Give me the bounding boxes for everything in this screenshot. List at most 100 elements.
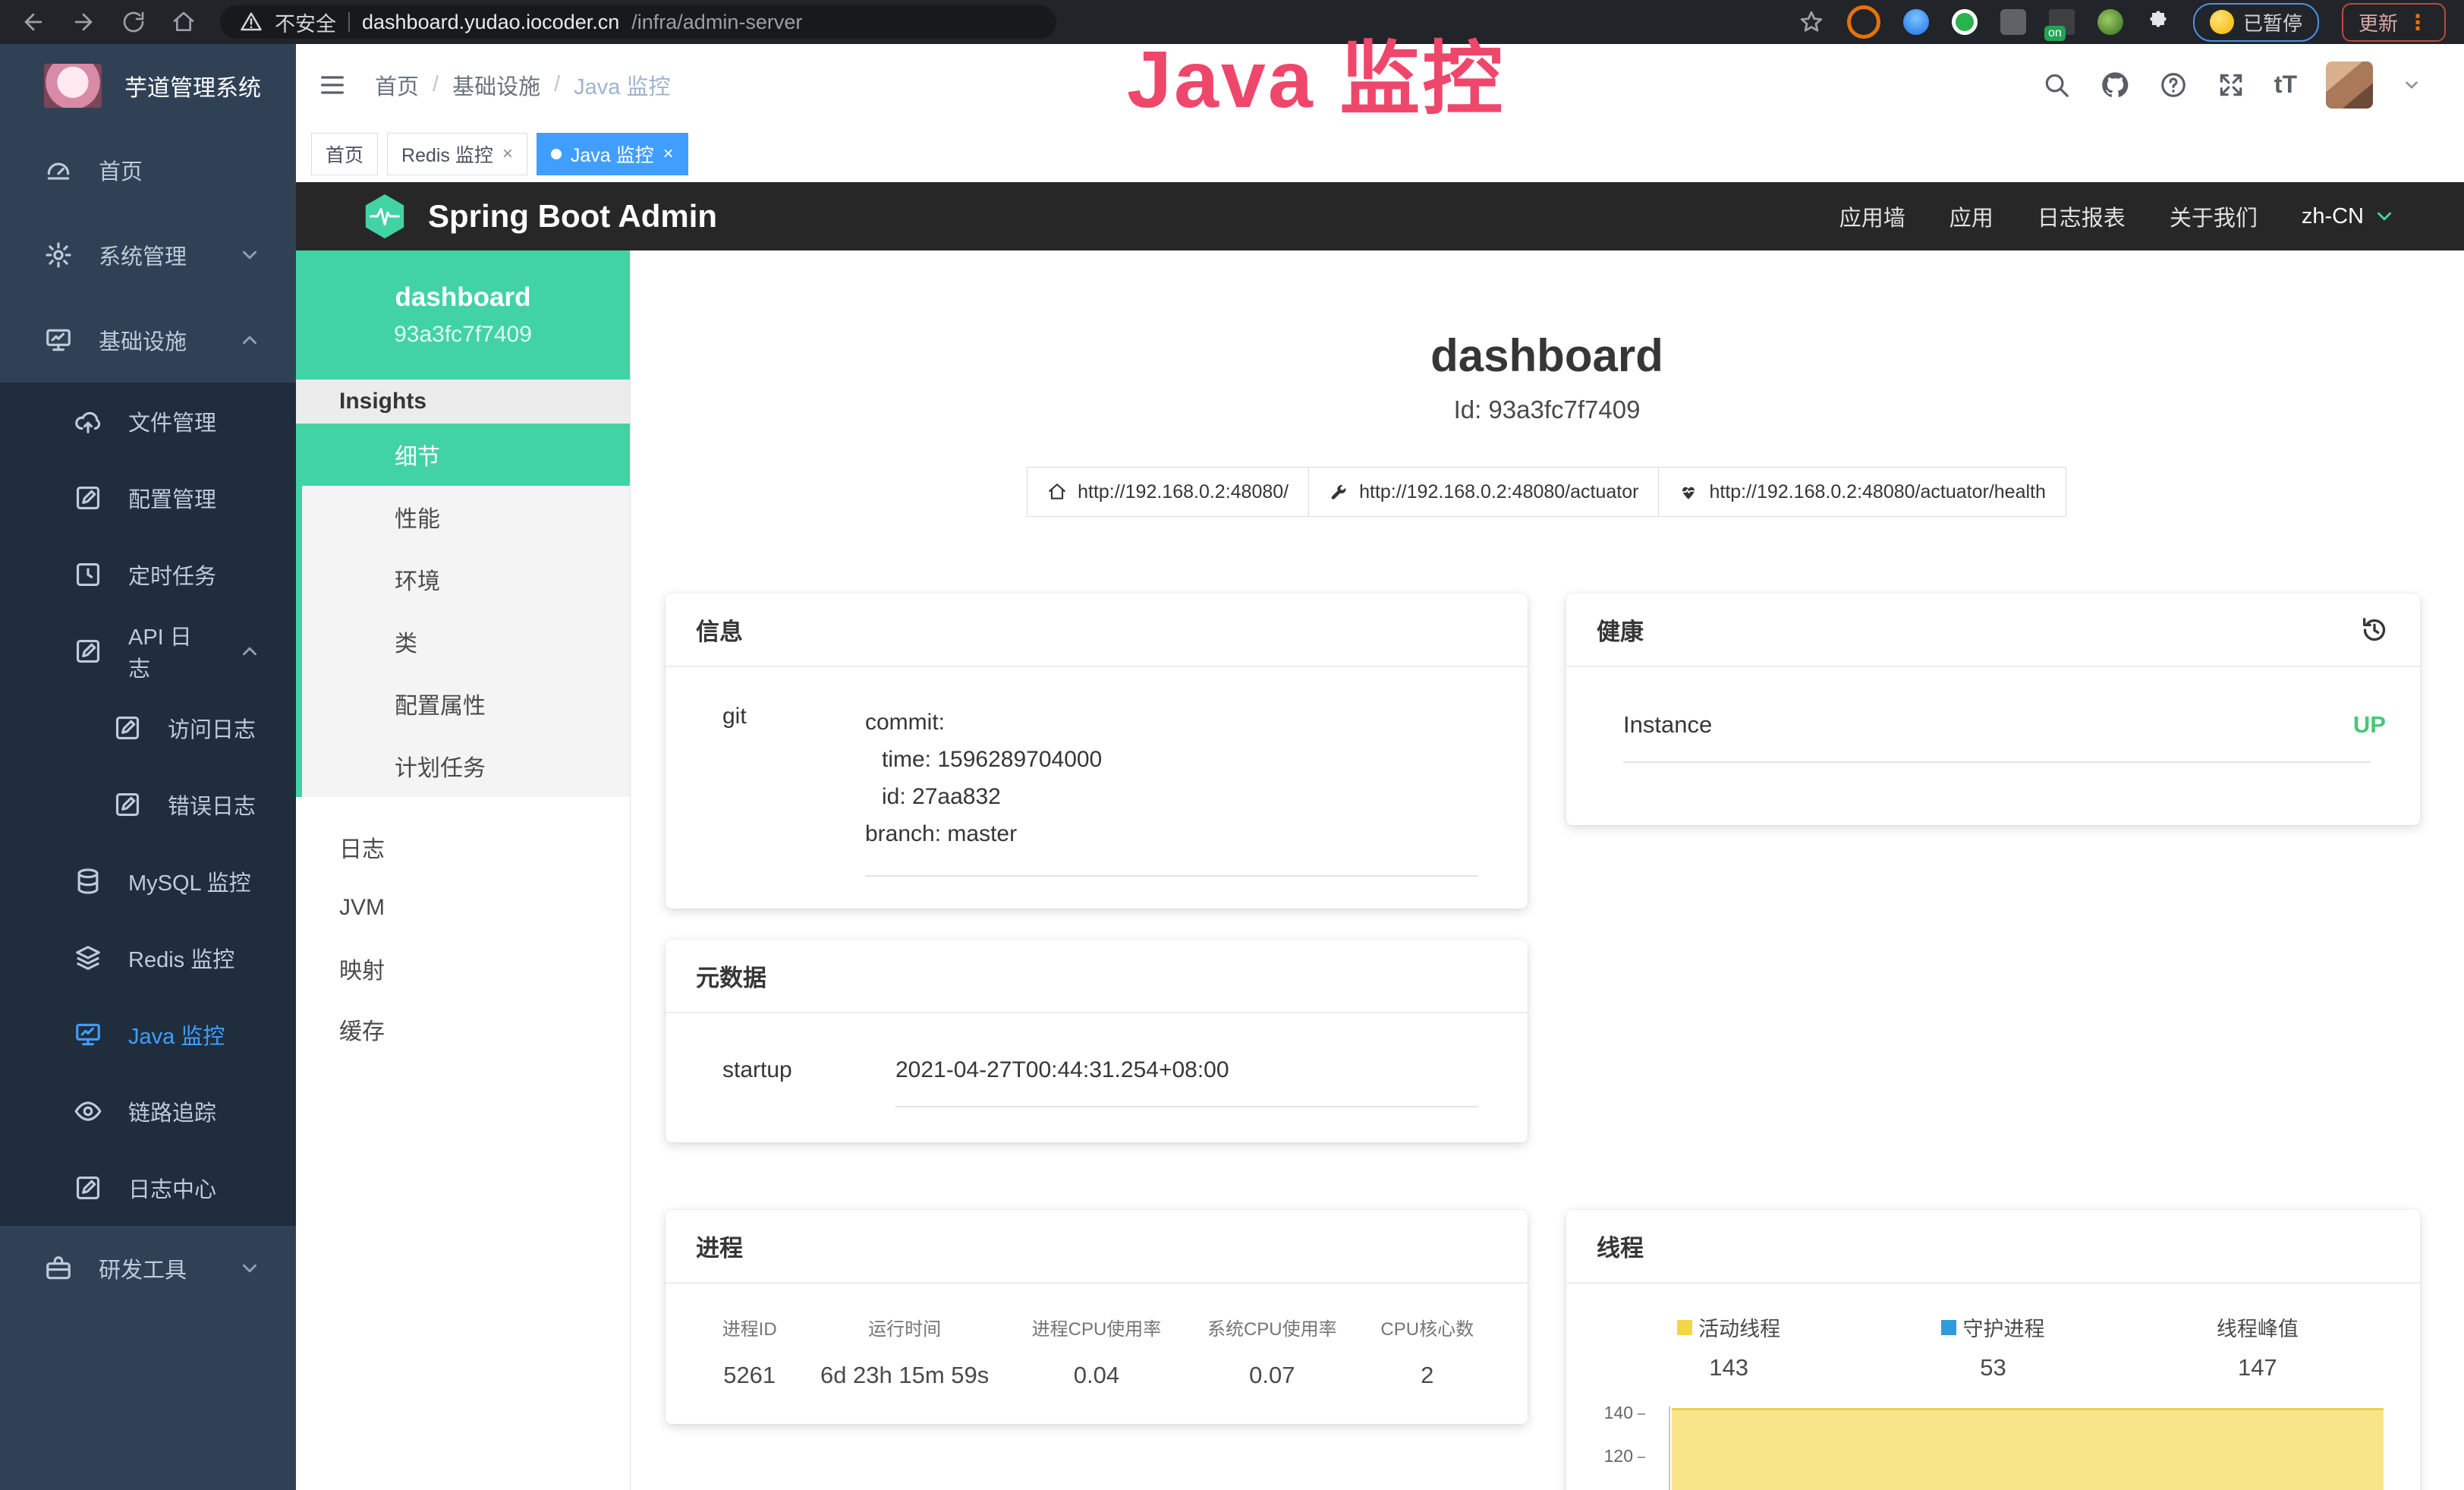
instance-header[interactable]: dashboard 93a3fc7f7409	[296, 250, 630, 380]
sidebar-item-dev-tools[interactable]: 研发工具	[0, 1226, 296, 1311]
insights-group: 细节 性能 环境 类 配置属性 计划任务	[296, 424, 630, 797]
search-icon[interactable]	[2042, 71, 2071, 99]
infrastructure-submenu: 文件管理 配置管理 定时任务 API 日志 访问日志 错误日志	[0, 383, 296, 1226]
instance-menu: 日志 JVM 映射 缓存	[296, 817, 630, 1060]
sidebar-item-error-log[interactable]: 错误日志	[0, 766, 296, 843]
insight-item-label: 环境	[395, 562, 440, 596]
home-icon[interactable]	[167, 5, 200, 39]
sidebar-item-mysql-monitor[interactable]: MySQL 监控	[0, 843, 296, 919]
extension-icon-2[interactable]	[1903, 9, 1929, 35]
instance-item-caches[interactable]: 缓存	[296, 999, 630, 1060]
sidebar-item-log-center[interactable]: 日志中心	[0, 1149, 296, 1226]
sba-brand[interactable]: Spring Boot Admin	[361, 193, 717, 240]
language-label: zh-CN	[2302, 204, 2364, 229]
collapse-sidebar-icon[interactable]	[317, 70, 348, 100]
column-header: 进程ID	[688, 1314, 810, 1340]
sba-nav-wallboard[interactable]: 应用墙	[1839, 200, 1905, 232]
extension-icon-3[interactable]	[1952, 9, 1978, 35]
sba-nav-applications[interactable]: 应用	[1949, 200, 1994, 232]
insight-item-label: 性能	[395, 500, 440, 534]
health-url-button[interactable]: http://192.168.0.2:48080/actuator/health	[1658, 467, 2066, 517]
back-icon[interactable]	[17, 5, 50, 39]
sidebar-item-home[interactable]: 首页	[0, 128, 296, 213]
instance-item-mappings[interactable]: 映射	[296, 938, 630, 999]
sidebar-item-scheduled-jobs[interactable]: 定时任务	[0, 536, 296, 613]
address-bar[interactable]: 不安全 dashboard.yudao.iocoder.cn/infra/adm…	[220, 5, 1056, 39]
sba-nav-journal[interactable]: 日志报表	[2038, 200, 2126, 232]
extension-icon-1[interactable]	[1847, 5, 1880, 39]
health-card-body: Instance UP	[1566, 667, 2420, 763]
insight-item-metrics[interactable]: 性能	[302, 486, 630, 548]
github-icon[interactable]	[2100, 70, 2130, 100]
insight-item-label: 配置属性	[395, 687, 486, 720]
tab-home[interactable]: 首页	[311, 133, 378, 175]
header-actions: tT	[2042, 61, 2422, 109]
sidebar-item-api-log[interactable]: API 日志	[0, 613, 296, 689]
git-line: commit:	[865, 704, 1493, 741]
home-icon	[1047, 482, 1067, 502]
sidebar-item-java-monitor[interactable]: Java 监控	[0, 996, 296, 1073]
close-icon[interactable]: ×	[502, 143, 513, 165]
sidebar-item-redis-monitor[interactable]: Redis 监控	[0, 919, 296, 996]
insight-item-details[interactable]: 细节	[302, 424, 630, 486]
sidebar-item-label: 错误日志	[168, 789, 256, 821]
instance-item-logs[interactable]: 日志	[296, 817, 630, 877]
extension-icon-6[interactable]	[2097, 9, 2123, 35]
sidebar-item-access-log[interactable]: 访问日志	[0, 689, 296, 766]
health-url: http://192.168.0.2:48080/actuator/health	[1709, 481, 2045, 503]
chevron-up-icon	[238, 640, 261, 663]
metadata-card-body: startup 2021-04-27T00:44:31.254+08:00	[666, 1013, 1528, 1107]
sidebar-item-infrastructure[interactable]: 基础设施	[0, 298, 296, 383]
font-size-icon[interactable]: tT	[2274, 71, 2297, 99]
caret-down-icon[interactable]	[2402, 75, 2422, 95]
process-cpu: 0.04	[999, 1362, 1194, 1389]
reload-icon[interactable]	[117, 5, 150, 39]
instance-item-jvm[interactable]: JVM	[296, 877, 630, 938]
metadata-card: 元数据 startup 2021-04-27T00:44:31.254+08:0…	[666, 940, 1528, 1142]
live-threads-area	[1672, 1408, 2384, 1490]
insight-item-environment[interactable]: 环境	[302, 548, 630, 610]
extension-icon-5[interactable]: on	[2049, 9, 2075, 35]
security-label: 不安全	[275, 8, 336, 37]
actuator-url-button[interactable]: http://192.168.0.2:48080/actuator	[1308, 467, 1659, 517]
tab-java-monitor[interactable]: Java 监控 ×	[537, 133, 688, 175]
insight-item-classes[interactable]: 类	[302, 610, 630, 673]
help-icon[interactable]	[2159, 71, 2188, 99]
insight-item-config-props[interactable]: 配置属性	[302, 673, 630, 735]
process-table-values: 5261 6d 23h 15m 59s 0.04 0.07 2	[688, 1362, 1505, 1389]
sidebar-item-config-manage[interactable]: 配置管理	[0, 459, 296, 536]
logo-row[interactable]: 芋道管理系统	[0, 44, 296, 128]
info-row-label: git	[722, 704, 865, 877]
service-url-button[interactable]: http://192.168.0.2:48080/	[1027, 467, 1309, 517]
history-icon[interactable]	[2359, 615, 2390, 645]
instance-name: dashboard	[395, 282, 531, 313]
tab-redis-monitor[interactable]: Redis 监控 ×	[387, 133, 527, 175]
close-icon[interactable]: ×	[663, 143, 674, 165]
threads-values: 143 53 147	[1597, 1348, 2390, 1388]
instance-item-label: JVM	[339, 895, 385, 921]
service-url: http://192.168.0.2:48080/	[1078, 481, 1289, 503]
insight-item-scheduled-tasks[interactable]: 计划任务	[302, 735, 630, 797]
edit-icon	[113, 790, 142, 819]
breadcrumb-infrastructure[interactable]: 基础设施	[452, 69, 540, 101]
column-header: 系统CPU使用率	[1194, 1314, 1349, 1340]
sidebar-item-system[interactable]: 系统管理	[0, 213, 296, 298]
threads-card-title: 线程	[1566, 1210, 2420, 1284]
sidebar-item-tracing[interactable]: 链路追踪	[0, 1073, 296, 1149]
info-card-title: 信息	[666, 594, 1528, 667]
extension-icon-4[interactable]	[2000, 9, 2026, 35]
fullscreen-icon[interactable]	[2217, 71, 2245, 99]
paused-badge[interactable]: 已暂停	[2193, 3, 2319, 42]
update-button[interactable]: 更新 ⋮	[2342, 3, 2446, 42]
language-select[interactable]: zh-CN	[2302, 204, 2396, 229]
forward-icon[interactable]	[67, 5, 100, 39]
chrome-right-cluster: on 已暂停 更新 ⋮	[1798, 3, 2446, 42]
kebab-menu-icon[interactable]: ⋮	[2407, 10, 2429, 35]
bookmark-star-icon[interactable]	[1798, 9, 1824, 35]
url-path: /infra/admin-server	[631, 11, 802, 34]
puzzle-icon[interactable]	[2146, 10, 2170, 34]
breadcrumb-home[interactable]: 首页	[375, 69, 419, 101]
sidebar-item-file-manage[interactable]: 文件管理	[0, 383, 296, 459]
avatar[interactable]	[2326, 61, 2373, 109]
sba-nav-about[interactable]: 关于我们	[2170, 200, 2258, 232]
